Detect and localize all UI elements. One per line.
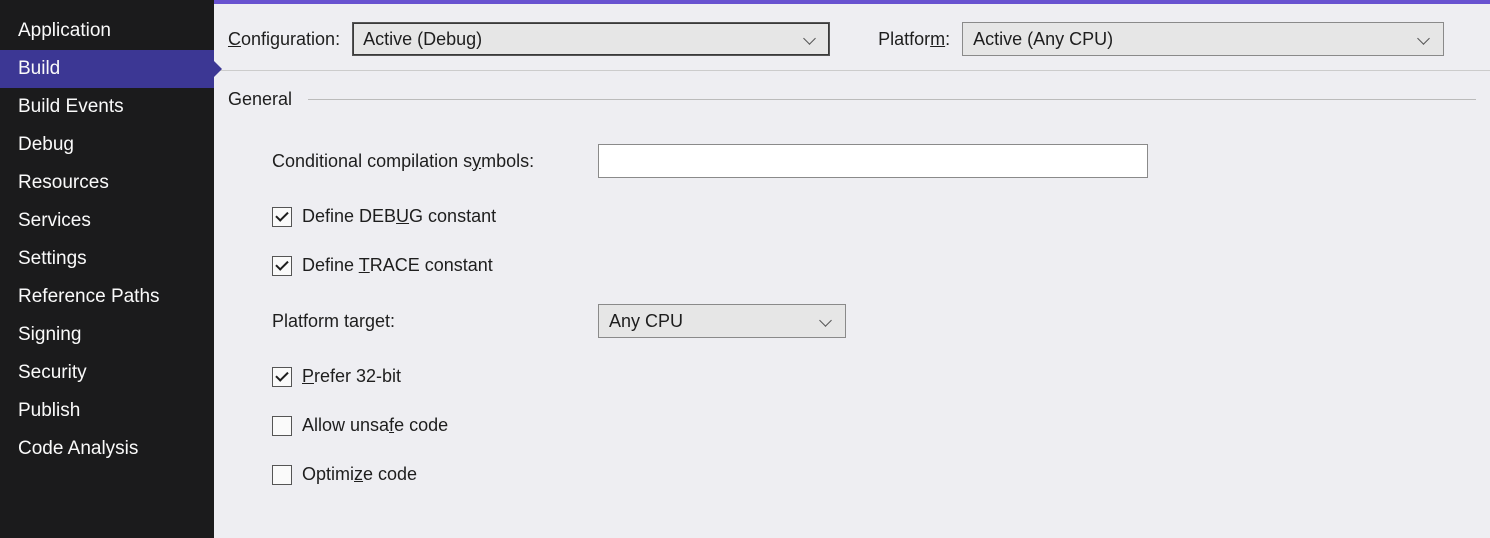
platform-label: Platform:: [878, 29, 950, 50]
checkbox-label: Define TRACE constant: [302, 255, 493, 276]
section-rule: [308, 99, 1476, 100]
checkbox-label: Define DEBUG constant: [302, 206, 496, 227]
checkbox-optimize-code[interactable]: [272, 465, 292, 485]
row-platform-target: Platform target: Any CPU: [272, 304, 1476, 338]
configuration-value: Active (Debug): [363, 29, 482, 50]
configuration-label: Configuration:: [228, 29, 340, 50]
sidebar-item-signing[interactable]: Signing: [0, 316, 214, 354]
sidebar-item-build[interactable]: Build: [0, 50, 214, 88]
platform-dropdown[interactable]: Active (Any CPU): [962, 22, 1444, 56]
checkbox-define-debug[interactable]: [272, 207, 292, 227]
chevron-down-icon: [819, 316, 835, 326]
sidebar-item-label: Security: [18, 362, 87, 383]
sidebar-item-reference-paths[interactable]: Reference Paths: [0, 278, 214, 316]
sidebar-item-label: Application: [18, 20, 111, 41]
sidebar-item-publish[interactable]: Publish: [0, 392, 214, 430]
checkbox-define-trace[interactable]: [272, 256, 292, 276]
checkbox-label: Allow unsafe code: [302, 415, 448, 436]
sidebar: Application Build Build Events Debug Res…: [0, 0, 214, 538]
content-area: General Conditional compilation symbols:…: [214, 71, 1490, 503]
row-optimize-code: Optimize code: [272, 464, 1476, 485]
sidebar-item-label: Reference Paths: [18, 286, 160, 307]
sidebar-item-services[interactable]: Services: [0, 202, 214, 240]
chevron-down-icon: [1417, 34, 1433, 44]
platform-target-value: Any CPU: [609, 311, 683, 332]
sidebar-item-label: Publish: [18, 400, 80, 421]
platform-target-label: Platform target:: [272, 311, 598, 332]
sidebar-item-label: Build Events: [18, 96, 124, 117]
row-symbols: Conditional compilation symbols:: [272, 144, 1476, 178]
section-header-general: General: [228, 89, 1476, 110]
top-row: Configuration: Active (Debug) Platform: …: [214, 4, 1490, 71]
sidebar-item-label: Signing: [18, 324, 81, 345]
sidebar-item-security[interactable]: Security: [0, 354, 214, 392]
symbols-label: Conditional compilation symbols:: [272, 151, 598, 172]
sidebar-item-settings[interactable]: Settings: [0, 240, 214, 278]
row-allow-unsafe: Allow unsafe code: [272, 415, 1476, 436]
sidebar-item-label: Build: [18, 58, 60, 79]
sidebar-item-label: Debug: [18, 134, 74, 155]
section-title: General: [228, 89, 292, 110]
checkbox-prefer-32bit[interactable]: [272, 367, 292, 387]
row-define-trace: Define TRACE constant: [272, 255, 1476, 276]
sidebar-item-label: Services: [18, 210, 91, 231]
platform-value: Active (Any CPU): [973, 29, 1113, 50]
symbols-input[interactable]: [598, 144, 1148, 178]
sidebar-item-label: Settings: [18, 248, 87, 269]
sidebar-item-label: Code Analysis: [18, 438, 138, 459]
sidebar-item-resources[interactable]: Resources: [0, 164, 214, 202]
row-define-debug: Define DEBUG constant: [272, 206, 1476, 227]
checkbox-label: Prefer 32-bit: [302, 366, 401, 387]
main-pane: Configuration: Active (Debug) Platform: …: [214, 0, 1490, 538]
form-area: Conditional compilation symbols: Define …: [228, 144, 1476, 485]
sidebar-item-debug[interactable]: Debug: [0, 126, 214, 164]
checkbox-allow-unsafe[interactable]: [272, 416, 292, 436]
row-prefer-32bit: Prefer 32-bit: [272, 366, 1476, 387]
platform-target-dropdown[interactable]: Any CPU: [598, 304, 846, 338]
sidebar-item-application[interactable]: Application: [0, 12, 214, 50]
sidebar-item-label: Resources: [18, 172, 109, 193]
chevron-down-icon: [803, 34, 819, 44]
sidebar-item-code-analysis[interactable]: Code Analysis: [0, 430, 214, 468]
checkbox-label: Optimize code: [302, 464, 417, 485]
configuration-dropdown[interactable]: Active (Debug): [352, 22, 830, 56]
sidebar-item-build-events[interactable]: Build Events: [0, 88, 214, 126]
